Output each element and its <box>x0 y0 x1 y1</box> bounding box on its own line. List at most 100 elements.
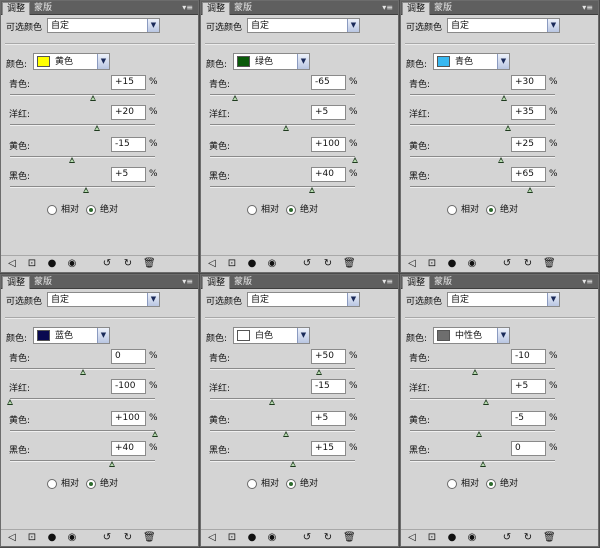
slider-track[interactable] <box>210 156 355 158</box>
slider-thumb[interactable] <box>472 369 479 375</box>
view-previous-icon[interactable]: ↺ <box>101 532 113 544</box>
slider-thumb[interactable] <box>108 461 115 467</box>
tab-masks[interactable]: 蒙版 <box>430 2 456 15</box>
slider-thumb[interactable] <box>268 399 275 405</box>
value-field[interactable]: +65 <box>511 167 546 182</box>
tab-adjustments[interactable]: 调整 <box>2 2 31 15</box>
value-field[interactable]: +5 <box>111 167 146 182</box>
reset-icon[interactable]: ↻ <box>322 258 334 270</box>
slider-thumb[interactable] <box>352 157 358 163</box>
back-arrow-icon[interactable]: ◁ <box>406 258 418 270</box>
absolute-radio[interactable] <box>86 479 96 489</box>
slider-thumb[interactable] <box>497 157 504 163</box>
value-field[interactable]: +5 <box>511 379 546 394</box>
tab-masks[interactable]: 蒙版 <box>30 276 56 289</box>
absolute-label[interactable]: 绝对 <box>300 479 318 490</box>
preset-dropdown[interactable]: 自定 ▼ <box>447 292 560 307</box>
panel-menu-icon[interactable]: ▾≡ <box>182 277 193 287</box>
eye-toggle-icon[interactable]: ● <box>446 258 458 270</box>
back-arrow-icon[interactable]: ◁ <box>206 532 218 544</box>
back-arrow-icon[interactable]: ◁ <box>206 258 218 270</box>
value-field[interactable]: +100 <box>311 137 346 152</box>
view-previous-icon[interactable]: ↺ <box>501 258 513 270</box>
delete-icon[interactable]: 🗑 <box>343 532 356 544</box>
clip-layer-icon[interactable]: ⊡ <box>26 532 38 544</box>
absolute-radio[interactable] <box>486 205 496 215</box>
chevron-down-icon[interactable]: ▼ <box>347 19 359 32</box>
slider-thumb[interactable] <box>504 125 511 131</box>
colors-dropdown[interactable]: 白色 ▼ <box>233 327 310 344</box>
chevron-down-icon[interactable]: ▼ <box>547 293 559 306</box>
slider-thumb[interactable] <box>483 399 490 405</box>
slider-track[interactable] <box>410 124 555 126</box>
eye-toggle-icon[interactable]: ● <box>246 532 258 544</box>
preset-dropdown[interactable]: 自定 ▼ <box>447 18 560 33</box>
colors-dropdown[interactable]: 青色 ▼ <box>433 53 510 70</box>
slider-track[interactable] <box>10 124 155 126</box>
slider-track[interactable] <box>10 156 155 158</box>
reset-icon[interactable]: ↻ <box>522 258 534 270</box>
tab-adjustments[interactable]: 调整 <box>202 2 231 15</box>
delete-icon[interactable]: 🗑 <box>543 532 556 544</box>
chevron-down-icon[interactable]: ▼ <box>497 328 509 343</box>
value-field[interactable]: -100 <box>111 379 146 394</box>
slider-thumb[interactable] <box>501 95 508 101</box>
value-field[interactable]: +25 <box>511 137 546 152</box>
visibility-icon[interactable]: ◉ <box>66 532 78 544</box>
slider-track[interactable] <box>10 398 155 400</box>
tab-masks[interactable]: 蒙版 <box>30 2 56 15</box>
chevron-down-icon[interactable]: ▼ <box>547 19 559 32</box>
slider-thumb[interactable] <box>315 369 322 375</box>
slider-thumb[interactable] <box>308 187 315 193</box>
back-arrow-icon[interactable]: ◁ <box>6 532 18 544</box>
tab-adjustments[interactable]: 调整 <box>402 276 431 289</box>
value-field[interactable]: +40 <box>311 167 346 182</box>
chevron-down-icon[interactable]: ▼ <box>297 54 309 69</box>
panel-menu-icon[interactable]: ▾≡ <box>582 3 593 13</box>
view-previous-icon[interactable]: ↺ <box>501 532 513 544</box>
value-field[interactable]: 0 <box>511 441 546 456</box>
chevron-down-icon[interactable]: ▼ <box>147 293 159 306</box>
chevron-down-icon[interactable]: ▼ <box>297 328 309 343</box>
reset-icon[interactable]: ↻ <box>122 258 134 270</box>
chevron-down-icon[interactable]: ▼ <box>97 328 109 343</box>
clip-layer-icon[interactable]: ⊡ <box>226 532 238 544</box>
preset-dropdown[interactable]: 自定 ▼ <box>247 292 360 307</box>
eye-toggle-icon[interactable]: ● <box>46 258 58 270</box>
colors-dropdown[interactable]: 蓝色 ▼ <box>33 327 110 344</box>
preset-dropdown[interactable]: 自定 ▼ <box>247 18 360 33</box>
value-field[interactable]: +50 <box>311 349 346 364</box>
relative-radio[interactable] <box>247 479 257 489</box>
slider-thumb[interactable] <box>79 369 86 375</box>
preset-dropdown[interactable]: 自定 ▼ <box>47 18 160 33</box>
panel-menu-icon[interactable]: ▾≡ <box>382 3 393 13</box>
relative-radio[interactable] <box>47 479 57 489</box>
slider-thumb[interactable] <box>232 95 239 101</box>
slider-track[interactable] <box>210 368 355 370</box>
relative-label[interactable]: 相对 <box>461 205 479 216</box>
absolute-label[interactable]: 绝对 <box>100 205 118 216</box>
slider-track[interactable] <box>210 186 355 188</box>
slider-thumb[interactable] <box>83 187 90 193</box>
slider-thumb[interactable] <box>290 461 297 467</box>
chevron-down-icon[interactable]: ▼ <box>97 54 109 69</box>
relative-radio[interactable] <box>447 205 457 215</box>
clip-layer-icon[interactable]: ⊡ <box>426 258 438 270</box>
visibility-icon[interactable]: ◉ <box>466 532 478 544</box>
value-field[interactable]: +5 <box>311 105 346 120</box>
slider-thumb[interactable] <box>475 431 482 437</box>
reset-icon[interactable]: ↻ <box>522 532 534 544</box>
relative-radio[interactable] <box>247 205 257 215</box>
slider-track[interactable] <box>10 460 155 462</box>
delete-icon[interactable]: 🗑 <box>143 532 156 544</box>
slider-track[interactable] <box>210 460 355 462</box>
colors-dropdown[interactable]: 黄色 ▼ <box>33 53 110 70</box>
clip-layer-icon[interactable]: ⊡ <box>226 258 238 270</box>
delete-icon[interactable]: 🗑 <box>343 258 356 270</box>
value-field[interactable]: +15 <box>311 441 346 456</box>
back-arrow-icon[interactable]: ◁ <box>6 258 18 270</box>
relative-label[interactable]: 相对 <box>61 205 79 216</box>
slider-track[interactable] <box>210 398 355 400</box>
relative-label[interactable]: 相对 <box>261 205 279 216</box>
clip-layer-icon[interactable]: ⊡ <box>26 258 38 270</box>
